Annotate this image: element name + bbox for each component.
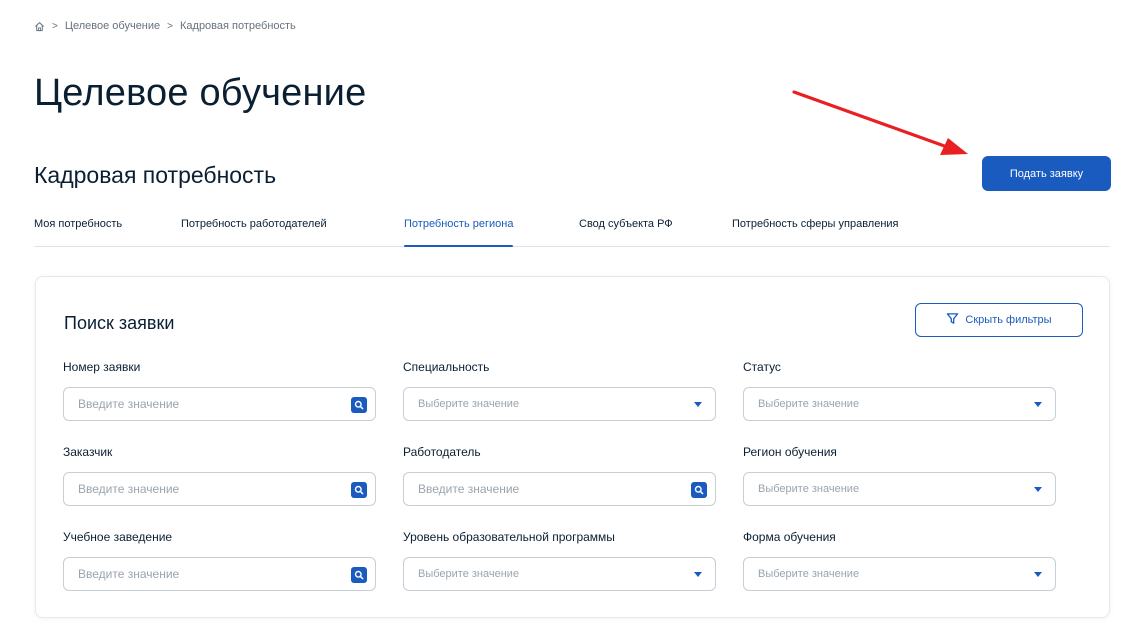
study-region-select-value: Выберите значение <box>758 483 860 495</box>
caret-down-icon <box>694 572 702 577</box>
tab-region-needs[interactable]: Потребность региона <box>404 218 514 247</box>
field-specialty: Специальность Выберите значение <box>403 360 716 421</box>
study-form-select[interactable]: Выберите значение <box>743 557 1056 591</box>
status-select-value: Выберите значение <box>758 398 860 410</box>
field-study-form: Форма обучения Выберите значение <box>743 530 1056 591</box>
field-label: Регион обучения <box>743 445 837 459</box>
field-request-number: Номер заявки <box>63 360 376 421</box>
search-icon[interactable] <box>691 482 707 498</box>
institution-input[interactable] <box>64 558 375 590</box>
field-label: Уровень образовательной программы <box>403 530 615 544</box>
program-level-select-value: Выберите значение <box>418 568 520 580</box>
field-status: Статус Выберите значение <box>743 360 1056 421</box>
field-label: Статус <box>743 360 781 374</box>
employer-input[interactable] <box>404 473 715 505</box>
search-icon[interactable] <box>351 482 367 498</box>
search-icon[interactable] <box>351 397 367 413</box>
annotation-arrow-icon <box>792 90 968 155</box>
tab-employer-needs[interactable]: Потребность работодателей <box>181 218 327 245</box>
breadcrumb: > Целевое обучение > Кадровая потребност… <box>34 20 296 32</box>
field-employer: Работодатель <box>403 445 716 506</box>
home-icon[interactable] <box>34 21 45 32</box>
status-select[interactable]: Выберите значение <box>743 387 1056 421</box>
customer-control <box>63 472 376 506</box>
submit-request-button[interactable]: Подать заявку <box>982 156 1111 191</box>
field-institution: Учебное заведение <box>63 530 376 591</box>
caret-down-icon <box>1034 487 1042 492</box>
customer-input[interactable] <box>64 473 375 505</box>
section-title: Кадровая потребность <box>34 162 277 188</box>
page-title: Целевое обучение <box>34 72 367 114</box>
caret-down-icon <box>694 402 702 407</box>
field-label: Номер заявки <box>63 360 141 374</box>
institution-control <box>63 557 376 591</box>
field-study-region: Регион обучения Выберите значение <box>743 445 1056 506</box>
search-card-title: Поиск заявки <box>64 313 175 333</box>
request-number-input[interactable] <box>64 388 375 420</box>
tab-subject-summary[interactable]: Свод субъекта РФ <box>579 218 673 245</box>
request-number-control <box>63 387 376 421</box>
field-customer: Заказчик <box>63 445 376 506</box>
tabs-bar: Моя потребность Потребность работодателе… <box>34 218 1110 247</box>
breadcrumb-separator: > <box>52 20 58 32</box>
caret-down-icon <box>1034 572 1042 577</box>
field-label: Специальность <box>403 360 490 374</box>
field-program-level: Уровень образовательной программы Выбери… <box>403 530 716 591</box>
tab-management-needs[interactable]: Потребность сферы управления <box>732 218 899 245</box>
search-card: Поиск заявки Скрыть фильтры Номер заявки… <box>35 276 1110 618</box>
program-level-select[interactable]: Выберите значение <box>403 557 716 591</box>
tab-my-needs[interactable]: Моя потребность <box>34 218 122 245</box>
specialty-select-value: Выберите значение <box>418 398 520 410</box>
field-label: Работодатель <box>403 445 481 459</box>
breadcrumb-item-target-education[interactable]: Целевое обучение <box>65 20 160 32</box>
breadcrumb-item-staffing-needs: Кадровая потребность <box>180 20 296 32</box>
study-form-select-value: Выберите значение <box>758 568 860 580</box>
field-label: Учебное заведение <box>63 530 173 544</box>
hide-filters-button[interactable]: Скрыть фильтры <box>915 303 1083 337</box>
specialty-select[interactable]: Выберите значение <box>403 387 716 421</box>
caret-down-icon <box>1034 402 1042 407</box>
hide-filters-label: Скрыть фильтры <box>965 314 1052 326</box>
page: > Целевое обучение > Кадровая потребност… <box>0 0 1129 628</box>
field-label: Форма обучения <box>743 530 836 544</box>
breadcrumb-separator: > <box>167 20 173 32</box>
study-region-select[interactable]: Выберите значение <box>743 472 1056 506</box>
field-label: Заказчик <box>63 445 113 459</box>
search-icon[interactable] <box>351 567 367 583</box>
employer-control <box>403 472 716 506</box>
filter-icon <box>946 312 959 328</box>
